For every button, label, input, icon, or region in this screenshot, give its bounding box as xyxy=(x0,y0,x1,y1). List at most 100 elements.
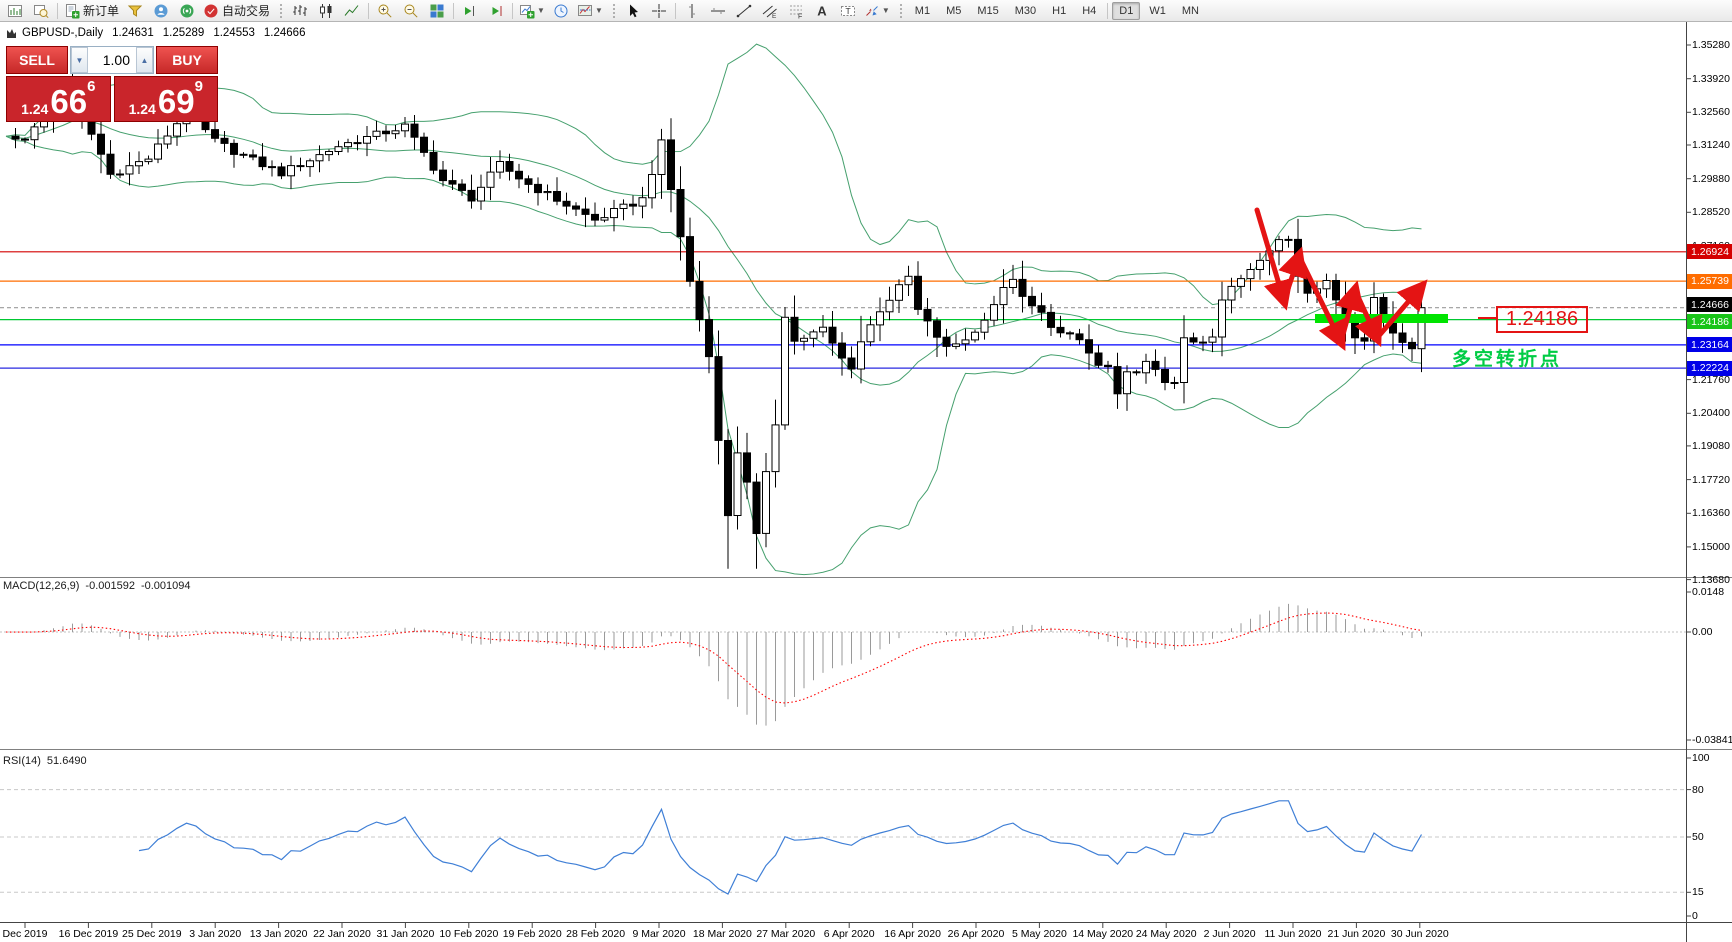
buy-price-tile[interactable]: 1.24 69 9 xyxy=(113,76,218,122)
symbol-title: GBPUSD-,Daily xyxy=(22,27,104,39)
mql-community-icon xyxy=(154,4,168,17)
vertical-line-icon xyxy=(688,3,695,18)
toolbar-grip[interactable] xyxy=(611,2,616,19)
date-axis-label: Dec 2019 xyxy=(2,928,48,940)
tile-windows-icon xyxy=(430,4,444,17)
line-chart-button[interactable] xyxy=(339,0,365,22)
price-axis-tick: 1.33920 xyxy=(1692,72,1730,85)
tile-windows-button[interactable] xyxy=(424,0,450,22)
crosshair-button[interactable] xyxy=(646,0,672,22)
rsi-indicator-label: RSI(14) 51.6490 xyxy=(3,755,93,767)
price-axis-tick: 1.17720 xyxy=(1692,473,1730,486)
chart-template-button[interactable] xyxy=(28,0,54,22)
timeframe-d1[interactable]: D1 xyxy=(1112,1,1141,20)
template-chart-button[interactable]: ▼ xyxy=(574,0,606,22)
rsi-axis-tick: 100 xyxy=(1692,752,1710,764)
equidistant-channel-button[interactable]: E xyxy=(757,0,783,22)
date-axis-label: 19 Feb 2020 xyxy=(502,928,562,940)
funnel-button[interactable] xyxy=(122,0,148,22)
date-axis-label: 21 Jun 2020 xyxy=(1327,928,1386,940)
toolbar-separator xyxy=(1107,2,1109,19)
timeframe-m5[interactable]: M5 xyxy=(939,2,968,20)
indicators-add-icon xyxy=(520,4,535,18)
date-axis-label: 9 Mar 2020 xyxy=(632,928,686,940)
volume-increase-button[interactable]: ▲ xyxy=(136,47,153,73)
rsi-axis-tick: 80 xyxy=(1692,783,1704,796)
buy-button[interactable]: BUY xyxy=(156,46,218,74)
vertical-line-button[interactable] xyxy=(679,0,705,22)
date-axis-label: 28 Feb 2020 xyxy=(566,928,626,940)
chevron-down-icon[interactable]: ▼ xyxy=(537,6,545,15)
price-annotation-box[interactable]: 1.24186 xyxy=(1496,306,1588,333)
sell-button[interactable]: SELL xyxy=(6,46,68,74)
zoom-out-button[interactable] xyxy=(398,0,424,22)
price-level-tag: 1.25739 xyxy=(1687,273,1732,289)
date-axis-label: 11 Jun 2020 xyxy=(1264,928,1322,940)
fibonacci-button[interactable]: F xyxy=(783,0,809,22)
macd-name: MACD(12,26,9) xyxy=(3,580,80,592)
arrows-icon xyxy=(866,5,878,16)
timeframe-m1[interactable]: M1 xyxy=(908,2,937,20)
date-axis-label: 10 Feb 2020 xyxy=(439,928,499,940)
timeframe-h4[interactable]: H4 xyxy=(1075,2,1103,20)
chevron-down-icon[interactable]: ▼ xyxy=(595,6,603,15)
mql-community-button[interactable] xyxy=(148,0,174,22)
zoom-in-button[interactable] xyxy=(372,0,398,22)
bollinger-bands xyxy=(5,43,1422,576)
rsi-axis-tick: 50 xyxy=(1692,831,1704,843)
highlight-bar[interactable] xyxy=(1315,314,1448,323)
macd-axis-tick: -0.038415 xyxy=(1692,734,1732,746)
timeframe-mn[interactable]: MN xyxy=(1175,2,1206,20)
new-order-button[interactable]: 新订单 xyxy=(61,0,122,22)
buy-price-prefix: 1.24 xyxy=(128,101,156,117)
bar-chart-button[interactable] xyxy=(287,0,313,22)
autotrade-button[interactable]: 自动交易 xyxy=(200,0,273,22)
period-clock-button[interactable] xyxy=(548,0,574,22)
chart-shift-button[interactable] xyxy=(483,0,509,22)
toolbar-grip[interactable] xyxy=(279,2,284,19)
text-label-icon: T xyxy=(840,5,855,16)
pivot-point-annotation[interactable]: 多空转折点 xyxy=(1452,344,1562,371)
chart-canvas[interactable] xyxy=(0,0,1732,942)
text-button[interactable]: A xyxy=(809,0,835,22)
date-axis-label: 3 Jan 2020 xyxy=(189,928,242,940)
text-label-button[interactable]: T xyxy=(835,0,861,22)
mt4-window: 新订单 自动交易 ▼ ▼ E F A T ▼ M1 M5 M15 M30 H1 H4 D1 W1 MN GBPUS… xyxy=(0,0,1732,942)
toolbar-grip[interactable] xyxy=(898,2,903,19)
candlestick-chart-button[interactable] xyxy=(313,0,339,22)
timeframe-w1[interactable]: W1 xyxy=(1142,2,1173,20)
date-axis-label: 25 Dec 2019 xyxy=(122,928,182,940)
svg-text:T: T xyxy=(845,5,850,15)
price-axis-tick: 1.13680 xyxy=(1692,573,1730,586)
chart-window-button[interactable] xyxy=(2,0,28,22)
toolbar-separator xyxy=(57,2,58,19)
svg-text:A: A xyxy=(817,3,827,18)
toolbar-separator xyxy=(512,2,514,19)
cursor-arrow-button[interactable] xyxy=(620,0,646,22)
timeframe-m30[interactable]: M30 xyxy=(1008,2,1043,20)
rsi-panel xyxy=(0,789,1686,895)
timeframe-h1[interactable]: H1 xyxy=(1045,2,1073,20)
chevron-down-icon[interactable]: ▼ xyxy=(882,6,890,15)
indicators-add-button[interactable]: ▼ xyxy=(516,0,548,22)
broadcast-button[interactable] xyxy=(174,0,200,22)
horizontal-line-button[interactable] xyxy=(705,0,731,22)
bar-chart-icon xyxy=(293,4,308,16)
volume-input[interactable] xyxy=(88,47,136,73)
price-level-tag: 1.24186 xyxy=(1687,314,1732,330)
trend-line-icon xyxy=(736,4,752,17)
price-level-tag: 1.26924 xyxy=(1687,244,1732,260)
timeframe-m15[interactable]: M15 xyxy=(970,2,1005,20)
date-axis-label: 16 Dec 2019 xyxy=(58,928,119,940)
macd-axis-tick: 0.0148 xyxy=(1692,586,1725,598)
arrows-button[interactable]: ▼ xyxy=(861,0,893,22)
trend-line-button[interactable] xyxy=(731,0,757,22)
period-clock-icon xyxy=(554,4,568,17)
zoom-out-icon xyxy=(404,4,418,18)
date-axis-label: 13 Jan 2020 xyxy=(249,928,308,940)
date-axis-label: 26 Apr 2020 xyxy=(947,928,1005,940)
sell-price-tile[interactable]: 1.24 66 6 xyxy=(6,76,111,122)
auto-scroll-button[interactable] xyxy=(457,0,483,22)
price-axis-tick: 1.20400 xyxy=(1692,407,1730,420)
volume-decrease-button[interactable]: ▼ xyxy=(71,47,88,73)
